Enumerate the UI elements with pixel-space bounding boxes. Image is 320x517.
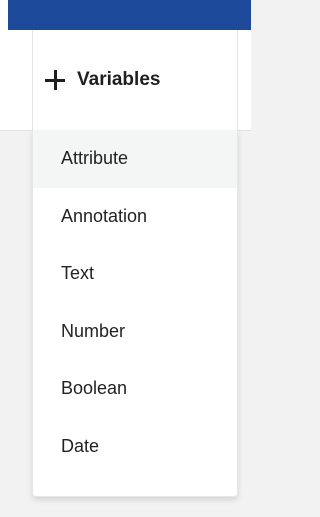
plus-icon [45, 70, 65, 90]
menu-item-attribute[interactable]: Attribute [33, 130, 237, 188]
top-bar-accent [8, 0, 251, 30]
top-bar [0, 0, 251, 30]
menu-item-text[interactable]: Text [33, 245, 237, 303]
menu-item-annotation[interactable]: Annotation [33, 188, 237, 246]
menu-item-date[interactable]: Date [33, 418, 237, 476]
menu-item-number[interactable]: Number [33, 303, 237, 361]
add-variables-button[interactable]: Variables [32, 30, 238, 130]
variables-dropdown-menu: Attribute Annotation Text Number Boolean… [32, 130, 238, 497]
menu-item-boolean[interactable]: Boolean [33, 360, 237, 418]
variables-button-label: Variables [77, 69, 161, 90]
